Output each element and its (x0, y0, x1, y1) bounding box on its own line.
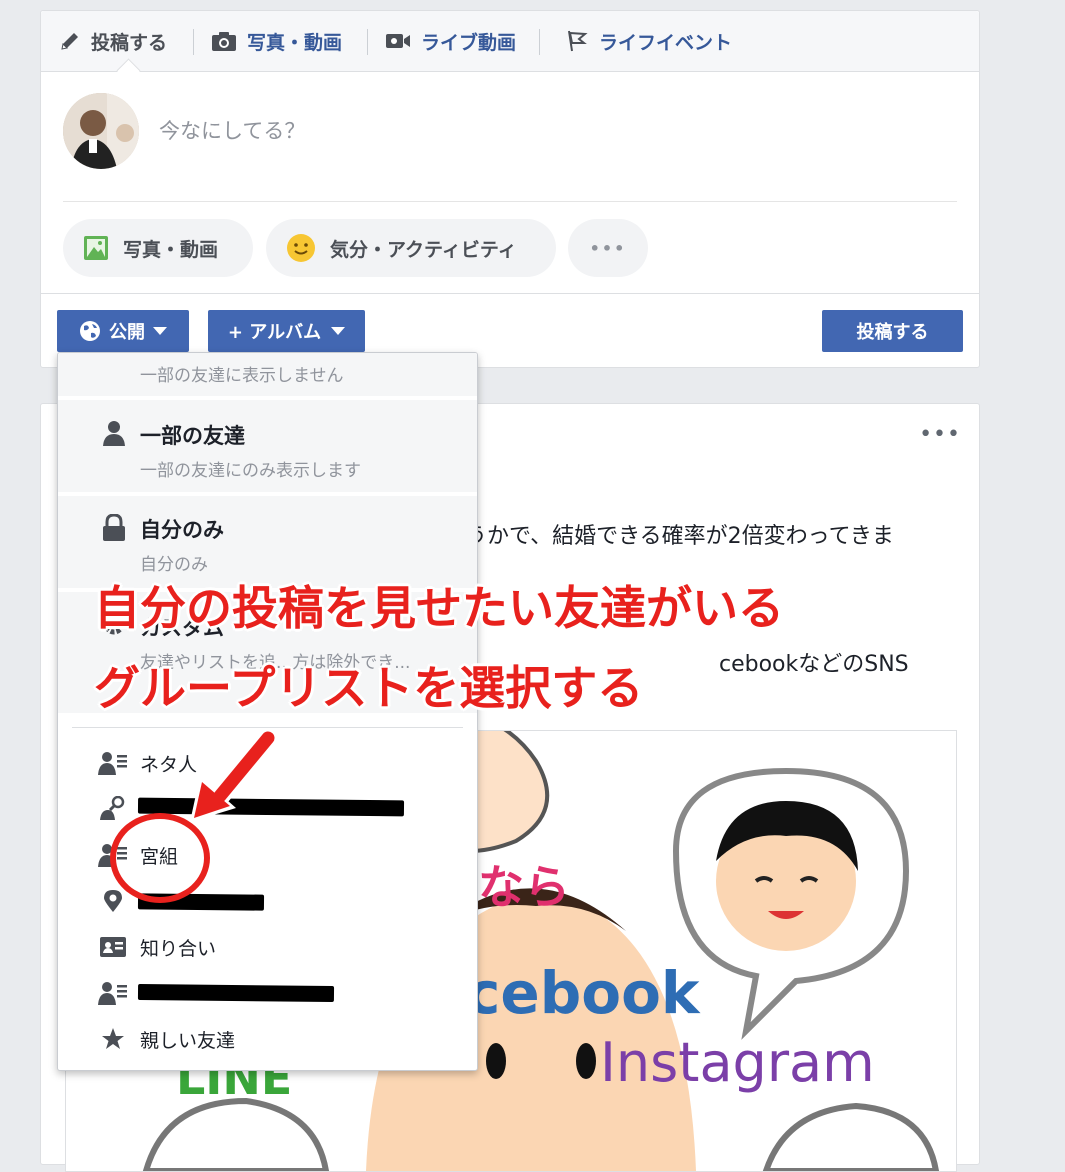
album-button[interactable]: + アルバム (208, 310, 365, 352)
friend-list-item[interactable] (98, 976, 140, 1010)
list-person-icon (98, 981, 128, 1005)
tab-live-video-label: ライブ動画 (421, 31, 517, 54)
audience-option-specific-friends[interactable]: 一部の友達 一部の友達にのみ表示します (58, 400, 477, 492)
chevron-down-icon (331, 326, 346, 336)
lock-icon (102, 514, 126, 542)
post-composer: 投稿する 写真・動画 ライブ動画 ライフイベント 今なにしてる？ 写真・動画 気… (40, 10, 980, 368)
globe-icon (79, 320, 101, 342)
annotation-text: グループリストを選択する (94, 661, 644, 715)
audience-label: 公開 (109, 322, 145, 343)
annotation-circle (110, 813, 210, 903)
tab-separator (367, 29, 368, 55)
post-button[interactable]: 投稿する (822, 310, 963, 352)
option-title: 自分のみ (140, 518, 224, 542)
smiley-icon (286, 233, 316, 263)
tab-life-event-label: ライフイベント (599, 31, 733, 54)
chevron-down-icon (153, 326, 167, 336)
tab-post[interactable]: 投稿する (59, 11, 167, 71)
pencil-icon (59, 30, 81, 52)
tab-photo-video-label: 写真・動画 (247, 31, 343, 54)
person-icon (102, 420, 126, 446)
post-text-line: うかで、結婚できる確率が2倍変わってきま (465, 524, 894, 549)
image-text: Instagram (600, 1031, 875, 1094)
annotation-text: 自分の投稿を見せたい友達がいる (94, 581, 784, 635)
tab-separator (539, 29, 540, 55)
audience-option-friends-except[interactable]: 一部の友達に表示しません (58, 353, 477, 395)
composer-tab-bar: 投稿する 写真・動画 ライブ動画 ライフイベント (41, 11, 979, 72)
option-description: 一部の友達に表示しません (140, 366, 344, 386)
more-icon: ••• (589, 238, 627, 258)
feeling-activity-pill-label: 気分・アクティビティ (330, 238, 517, 261)
annotation-arrow-icon (190, 730, 278, 822)
friend-list-item[interactable]: 親しい友達 (98, 1022, 235, 1056)
album-label: + アルバム (227, 322, 322, 343)
post-options-icon[interactable]: ••• (919, 422, 961, 447)
photo-video-pill-label: 写真・動画 (123, 238, 219, 261)
status-prompt-input[interactable]: 今なにしてる？ (159, 115, 305, 145)
tab-life-event[interactable]: ライフイベント (565, 11, 732, 71)
divider (72, 727, 463, 728)
star-icon (98, 1027, 128, 1051)
list-label: 知り合い (140, 937, 217, 960)
redaction-bar (137, 983, 335, 1003)
feeling-activity-pill[interactable]: 気分・アクティビティ (266, 219, 556, 277)
audience-selector-button[interactable]: 公開 (57, 310, 189, 352)
image-text: なら (478, 860, 570, 914)
list-label: 親しい友達 (140, 1029, 236, 1052)
post-text-line: cebookなどのSNS (719, 652, 909, 677)
camera-icon (211, 30, 237, 52)
photo-icon (83, 235, 109, 261)
image-text: cebook (466, 959, 700, 1027)
person-search-icon (98, 796, 128, 820)
flag-icon (565, 29, 589, 53)
avatar[interactable] (63, 93, 139, 169)
list-person-icon (98, 751, 128, 775)
photo-video-pill[interactable]: 写真・動画 (63, 219, 253, 277)
location-pin-icon (98, 889, 128, 913)
id-card-icon (98, 936, 128, 958)
option-title: 一部の友達 (140, 424, 245, 448)
tab-photo-video[interactable]: 写真・動画 (211, 11, 342, 71)
tab-separator (193, 29, 194, 55)
more-pill[interactable]: ••• (568, 219, 648, 277)
divider (63, 201, 957, 202)
tab-post-label: 投稿する (91, 31, 168, 54)
video-camera-icon (385, 31, 411, 51)
friend-list-item[interactable]: 知り合い (98, 930, 216, 964)
tab-live-video[interactable]: ライブ動画 (385, 11, 516, 71)
option-description: 一部の友達にのみ表示します (140, 461, 361, 481)
